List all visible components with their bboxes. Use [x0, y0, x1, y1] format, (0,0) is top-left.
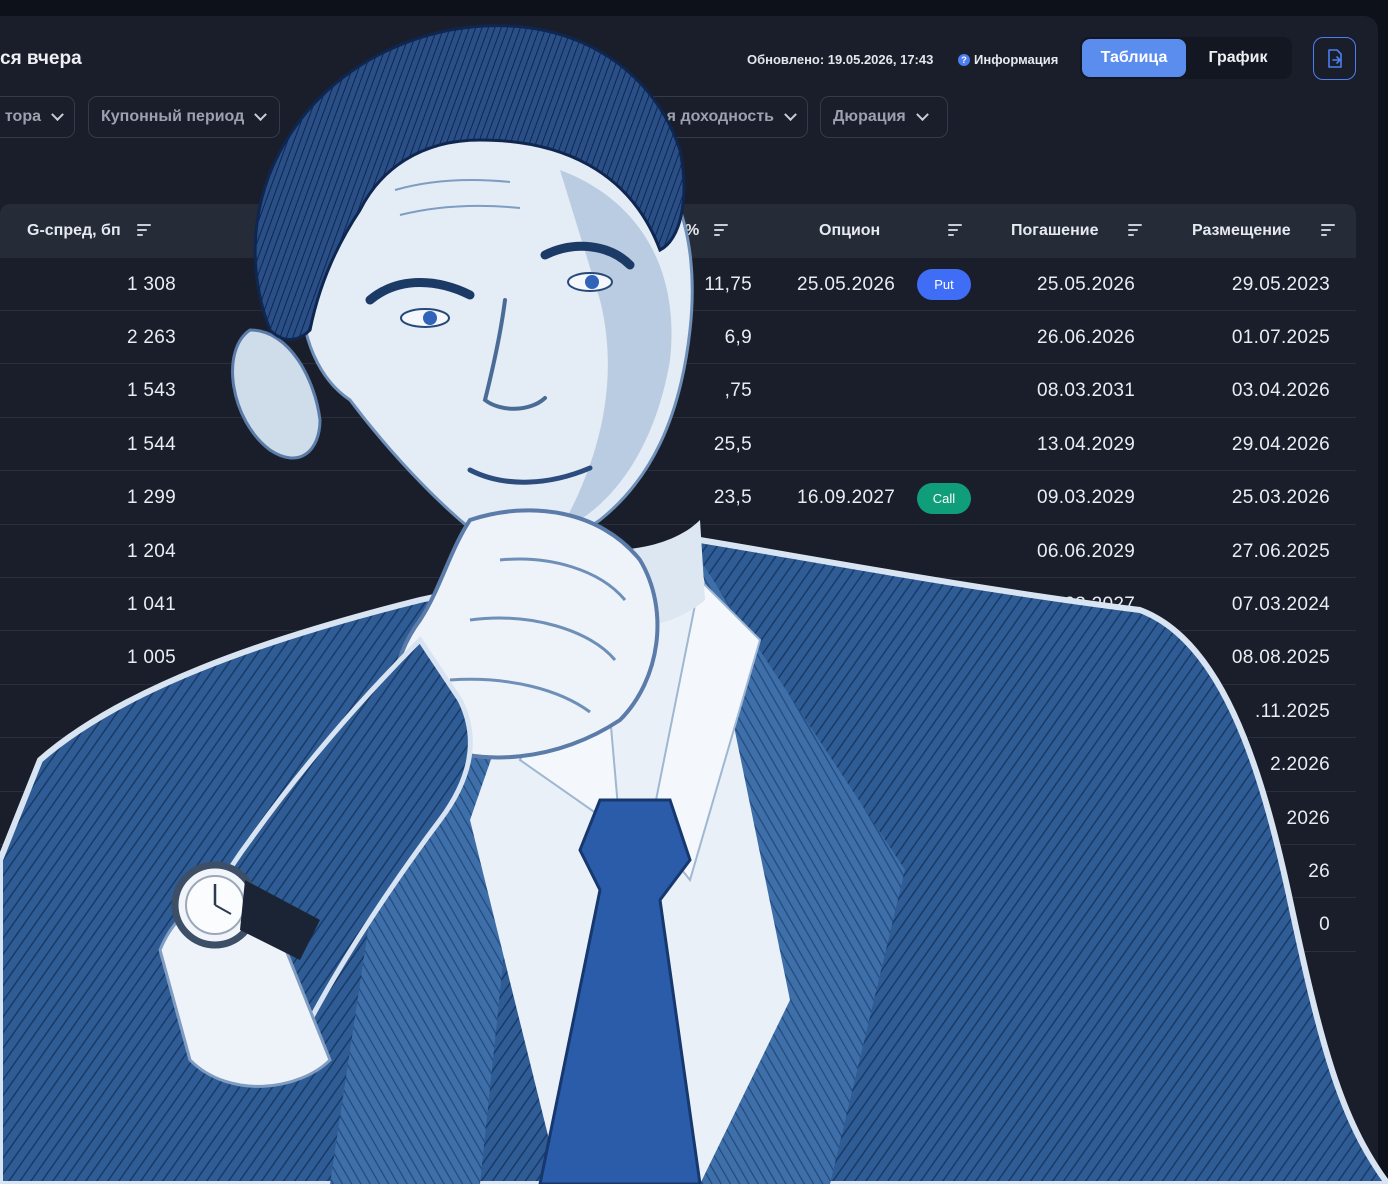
cell-gspread [20, 899, 176, 952]
cell-coupon [660, 845, 752, 898]
cell-placement: 26 [1308, 860, 1330, 882]
cell-coupon [660, 739, 752, 792]
cell-placement: 29.04.2026 [1231, 433, 1330, 455]
cell-placement: 07.03.2024 [1231, 593, 1330, 615]
cell-coupon: 23,5 [713, 487, 752, 509]
cell-gspread: 1 204 [126, 540, 176, 562]
filter-sector[interactable]: тора [0, 96, 75, 138]
cell-placement: .11.2025 [1255, 700, 1330, 722]
table-row[interactable]: 1 204 06.06.2029 27.06.2025 [0, 525, 1356, 578]
table-row[interactable]: 1 543 ,75 08.03.2031 03.04.2026 [0, 365, 1356, 418]
cell-placement: 08.08.2025 [1231, 647, 1330, 669]
col-placement[interactable]: Размещение [1192, 204, 1291, 258]
cell-maturity: 08.03.2031 [1037, 380, 1136, 402]
col-coupon-pct[interactable]: % [685, 204, 699, 258]
info-label: Информация [974, 52, 1059, 67]
cell-maturity: 06.06.2029 [1037, 540, 1136, 562]
cell-maturity: 09.03.2029 [1037, 487, 1136, 509]
view-chart-button[interactable]: График [1186, 39, 1290, 77]
cell-gspread: 1 299 [126, 487, 176, 509]
table-row[interactable]: 2 263 6,9 26.06.2026 01.07.2025 [0, 311, 1356, 365]
chevron-down-icon [915, 107, 929, 121]
table-row[interactable]: 26 [0, 845, 1356, 899]
filter-yield[interactable]: ая доходность [600, 96, 808, 138]
cell-maturity: 13.04.2029 [1037, 433, 1136, 455]
cell-gspread: 1 041 [126, 593, 176, 615]
bond-screener-window: ся вчера Обновлено: 19.05.2026, 17:43 ? … [0, 16, 1378, 1184]
cell-placement: 03.04.2026 [1231, 380, 1330, 402]
cell-gspread: 1 308 [126, 273, 176, 295]
cell-placement: 27.06.2025 [1231, 540, 1330, 562]
sort-lines-icon[interactable] [948, 224, 962, 236]
cell-coupon: 6,9 [724, 326, 752, 348]
table-row[interactable]: 1 308 11,75 25.05.2026 25.05.2026 29.05.2023… [0, 258, 1356, 311]
table-row[interactable]: 1 544 25,5 13.04.2029 29.04.2026 [0, 418, 1356, 472]
filter-label: тора [4, 108, 41, 125]
cell-option-date: 25.05.2026 [797, 273, 896, 295]
cell-coupon [660, 792, 752, 845]
cell-coupon: 11,75 [704, 273, 752, 295]
cell-placement: 2.2026 [1270, 754, 1330, 776]
filter-duration[interactable]: Дюрация [820, 96, 948, 138]
cell-gspread [20, 845, 176, 898]
export-button[interactable] [1313, 37, 1356, 80]
table-row[interactable]: .11.2025 [0, 685, 1356, 739]
col-gspread[interactable]: G-спред, бп [27, 204, 121, 258]
view-table-button[interactable]: Таблица [1082, 39, 1186, 77]
cell-gspread: 1 005 [126, 647, 176, 669]
sort-lines-icon[interactable] [714, 224, 728, 236]
cell-gspread [20, 739, 176, 792]
cell-placement: 01.07.2025 [1231, 326, 1330, 348]
view-toggle: Таблица График [1080, 37, 1292, 79]
cell-placement: 29.05.2023 [1231, 273, 1330, 295]
chevron-down-icon [784, 107, 797, 121]
filter-label: Дюрация [833, 108, 906, 125]
cell-coupon [660, 899, 752, 952]
sort-lines-icon[interactable] [1128, 224, 1142, 236]
option-type-badge: Call [917, 482, 971, 514]
filter-label: Купонный период [101, 108, 245, 125]
table-row[interactable]: 2.2026 [0, 739, 1356, 792]
cell-coupon [660, 578, 752, 631]
cell-maturity: 25.05.2026 [1037, 273, 1136, 295]
last-updated-label: Обновлено: 19.05.2026, 17:43 [747, 52, 934, 67]
cell-coupon: ,75 [724, 380, 752, 402]
filter-label: ая доходность [657, 108, 774, 125]
cell-gspread: 1 544 [126, 433, 176, 455]
cell-gspread: 2 263 [126, 326, 176, 348]
info-link[interactable]: ? Информация [958, 52, 1058, 67]
option-type-badge: Put [917, 269, 971, 300]
cell-coupon [660, 632, 752, 685]
table-row[interactable]: 2026 [0, 792, 1356, 845]
col-option[interactable]: Опцион [819, 204, 880, 258]
cell-gspread [20, 685, 176, 738]
export-file-icon [1327, 48, 1342, 68]
table-row[interactable]: 0 [0, 899, 1356, 952]
chevron-down-icon [254, 107, 268, 121]
cell-option-date: 16.09.2027 [797, 487, 896, 509]
cell-coupon [660, 685, 752, 738]
sort-lines-icon[interactable] [1321, 224, 1335, 236]
cell-placement: 2026 [1286, 807, 1330, 829]
cell-placement: 0 [1319, 914, 1330, 936]
cell-maturity: 26.06.2026 [1037, 326, 1136, 348]
table-row[interactable]: 1 041 29.03.2027 07.03.2024 [0, 578, 1356, 632]
cell-coupon [660, 525, 752, 578]
page-title: ся вчера [0, 48, 82, 69]
col-maturity[interactable]: Погашение [1011, 204, 1098, 258]
cell-coupon: 25,5 [713, 433, 752, 455]
filter-coupon-period[interactable]: Купонный период [88, 96, 280, 138]
info-circle-icon: ? [958, 53, 970, 66]
cell-placement: 25.03.2026 [1231, 487, 1330, 509]
table-header: G-спред, бп % Опцион Погашение Размещени… [0, 204, 1356, 258]
cell-gspread [20, 792, 176, 845]
cell-maturity: 29.03.2027 [1037, 593, 1136, 615]
table-row[interactable]: 1 005 08.08.2025 [0, 632, 1356, 685]
chevron-down-icon [51, 107, 64, 121]
sort-lines-icon[interactable] [137, 224, 151, 236]
table-row[interactable]: 1 299 23,5 16.09.2027 09.03.2029 25.03.2026 C… [0, 472, 1356, 525]
cell-gspread: 1 543 [126, 380, 176, 402]
